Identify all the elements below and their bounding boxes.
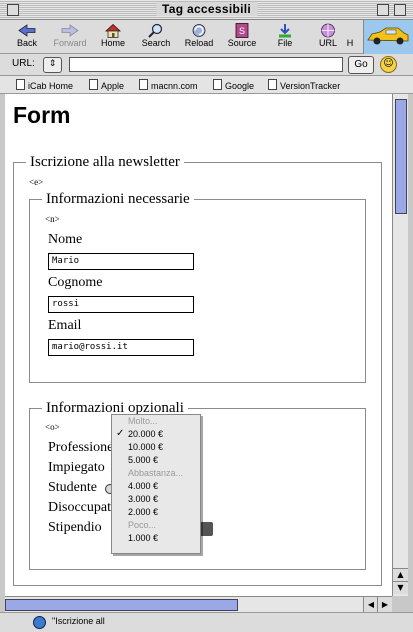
bookmark-label: Apple [101,81,125,91]
window-title: Tag accessibili [156,2,257,16]
back-button[interactable]: Back [7,21,47,48]
source-button[interactable]: S Source [222,21,262,48]
icab-logo [363,20,413,54]
zoom-box[interactable] [377,4,389,16]
bookmark-icab-home[interactable]: iCab Home [16,79,73,91]
dropdown-option[interactable]: 5.000 € [128,455,158,465]
updown-arrows-icon: ⇕ [48,59,57,69]
bookmarks-bar: iCab Home Apple macnn.com Google Version… [0,76,413,94]
url-button[interactable]: URL [308,21,348,48]
scroll-down-arrow-icon[interactable]: ▼ [393,581,408,594]
vertical-scroll-thumb[interactable] [395,99,407,214]
home-icon [104,23,122,38]
tag-n: <n> [45,214,60,224]
history-button[interactable]: H [343,21,357,48]
dropdown-option[interactable]: 1.000 € [128,533,158,543]
smiley-icon[interactable]: ☺ [380,56,397,73]
forward-arrow-icon [61,24,79,37]
url-input[interactable] [69,57,343,72]
url-bar: URL: ⇕ Go ☺ [0,54,413,76]
bookmark-label: iCab Home [28,81,74,91]
home-button[interactable]: Home [93,21,133,48]
page-icon [16,79,25,90]
status-bar: "Iscrizione all [0,612,413,632]
search-label: Search [141,38,171,48]
cognome-input[interactable]: rossi [48,296,194,313]
url-label: URL [318,38,337,48]
email-input[interactable]: mario@rossi.it [48,339,194,356]
url-history-popup[interactable]: ⇕ [43,57,62,73]
page-icon [89,79,98,90]
back-label: Back [16,38,37,48]
source-icon: S [235,23,249,38]
scroll-up-arrow-icon[interactable]: ▲ [393,568,408,581]
bookmark-versiontracker[interactable]: VersionTracker [268,79,340,91]
required-legend: Informazioni necessarie [46,191,190,207]
dropdown-option[interactable]: 10.000 € [128,442,163,452]
vertical-scrollbar[interactable]: ▲ ▼ [392,94,408,596]
forward-button[interactable]: Forward [50,21,90,48]
professione-label: Professione [48,440,114,455]
reload-label: Reload [184,38,214,48]
horizontal-scroll-thumb[interactable] [5,599,238,611]
reload-icon [192,24,206,37]
page-icon [268,79,277,90]
search-icon [148,23,163,38]
back-arrow-icon [18,24,36,37]
tag-e: <e> [29,177,44,187]
stipendio-label: Stipendio [48,520,102,535]
nome-label: Nome [48,232,83,247]
studente-label: Studente [48,480,97,495]
disoccupato-label: Disoccupato [48,500,118,515]
reload-button[interactable]: Reload [179,21,219,48]
dropdown-group-label: Poco... [128,520,157,530]
page-icon [139,79,148,90]
bookmark-label: macnn.com [151,81,198,91]
tag-o: <o> [45,422,60,432]
bookmark-label: VersionTracker [280,81,341,91]
email-label: Email [48,318,82,333]
toolbar: Back Forward Home Search Reload S Source… [0,20,413,54]
scroll-left-arrow-icon[interactable]: ◀ [363,597,378,612]
stipendio-dropdown-menu: Molto... ✓ 20.000 € 10.000 € 5.000 € Abb… [111,414,201,554]
go-button[interactable]: Go [348,56,374,74]
checkmark-icon: ✓ [116,428,125,439]
svg-text:S: S [239,26,245,36]
scroll-right-arrow-icon[interactable]: ▶ [377,597,392,612]
bookmark-apple[interactable]: Apple [89,79,124,91]
dropdown-group-label: Abbastanza... [128,468,184,478]
url-icon [321,23,335,38]
url-label-text: URL: [12,58,35,69]
cognome-label: Cognome [48,275,103,290]
bookmark-macnn[interactable]: macnn.com [139,79,198,91]
search-button[interactable]: Search [136,21,176,48]
file-label: File [277,38,293,48]
dropdown-option[interactable]: 4.000 € [128,481,158,491]
bookmark-google[interactable]: Google [213,79,254,91]
title-bar: Tag accessibili [0,0,413,20]
history-label: H [346,38,354,48]
taxi-icon [367,27,409,45]
bookmark-label: Google [225,81,255,91]
home-label: Home [100,38,125,48]
dropdown-option[interactable]: 3.000 € [128,494,158,504]
source-label: Source [227,38,257,48]
nome-input[interactable]: Mario [48,253,194,270]
globe-icon [33,616,46,629]
dropdown-option[interactable]: 2.000 € [128,507,158,517]
dropdown-group-label: Molto... [128,416,158,426]
newsletter-legend: Iscrizione alla newsletter [30,154,180,170]
horizontal-scrollbar[interactable]: ◀ ▶ [5,596,392,612]
collapse-box[interactable] [394,4,406,16]
file-button[interactable]: File [265,21,305,48]
page-icon [213,79,222,90]
dropdown-option[interactable]: 20.000 € [128,429,163,439]
forward-label: Forward [53,38,87,48]
close-box[interactable] [7,4,19,16]
status-text: "Iscrizione all [52,616,105,626]
page-heading: Form [13,102,71,128]
impiegato-label: Impiegato [48,460,105,475]
file-icon [279,24,291,38]
